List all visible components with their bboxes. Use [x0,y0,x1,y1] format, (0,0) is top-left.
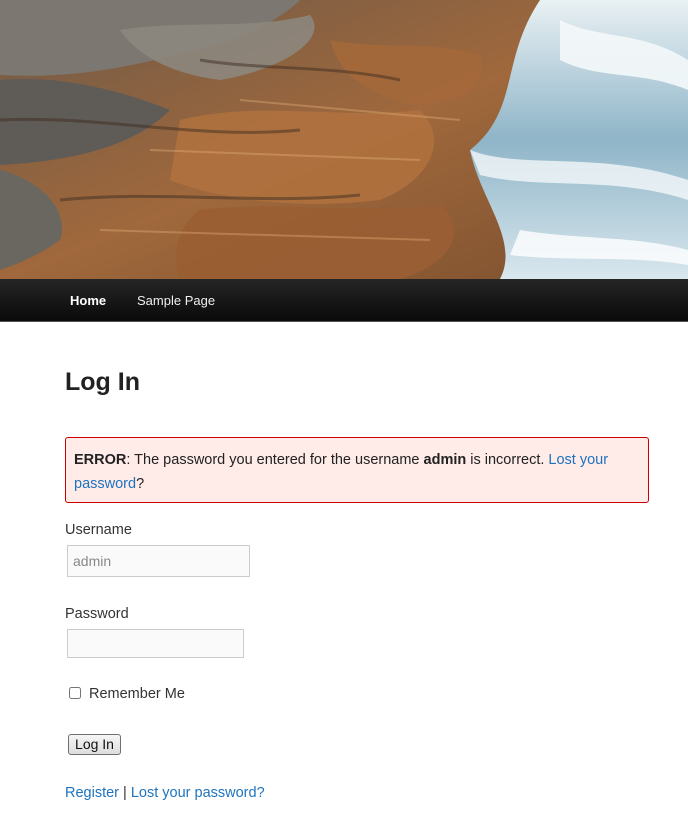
lost-password-link[interactable]: Lost your password? [131,785,265,801]
error-text-part: : The password you entered for the usern… [126,452,424,468]
error-suffix: ? [136,476,145,492]
link-separator: | [123,785,127,801]
password-input[interactable] [67,629,244,658]
page-title: Log In [65,368,140,396]
username-label: Username [65,522,132,538]
login-footer-links: Register | Lost your password? [65,785,265,801]
nav-item-sample-page[interactable]: Sample Page [137,279,215,322]
login-error-message: ERROR: The password you entered for the … [65,437,649,503]
username-input[interactable] [67,545,250,577]
remember-me-label[interactable]: Remember Me [89,686,185,702]
remember-me-checkbox[interactable] [69,687,81,699]
nav-item-home[interactable]: Home [70,279,106,322]
error-username: admin [423,452,467,468]
password-label: Password [65,606,129,622]
login-button[interactable]: Log In [68,734,121,755]
register-link[interactable]: Register [65,785,119,801]
error-prefix: ERROR [74,452,127,468]
main-navigation: Home Sample Page [0,279,688,322]
error-text-part: is incorrect. [466,452,549,468]
header-image [0,0,688,279]
